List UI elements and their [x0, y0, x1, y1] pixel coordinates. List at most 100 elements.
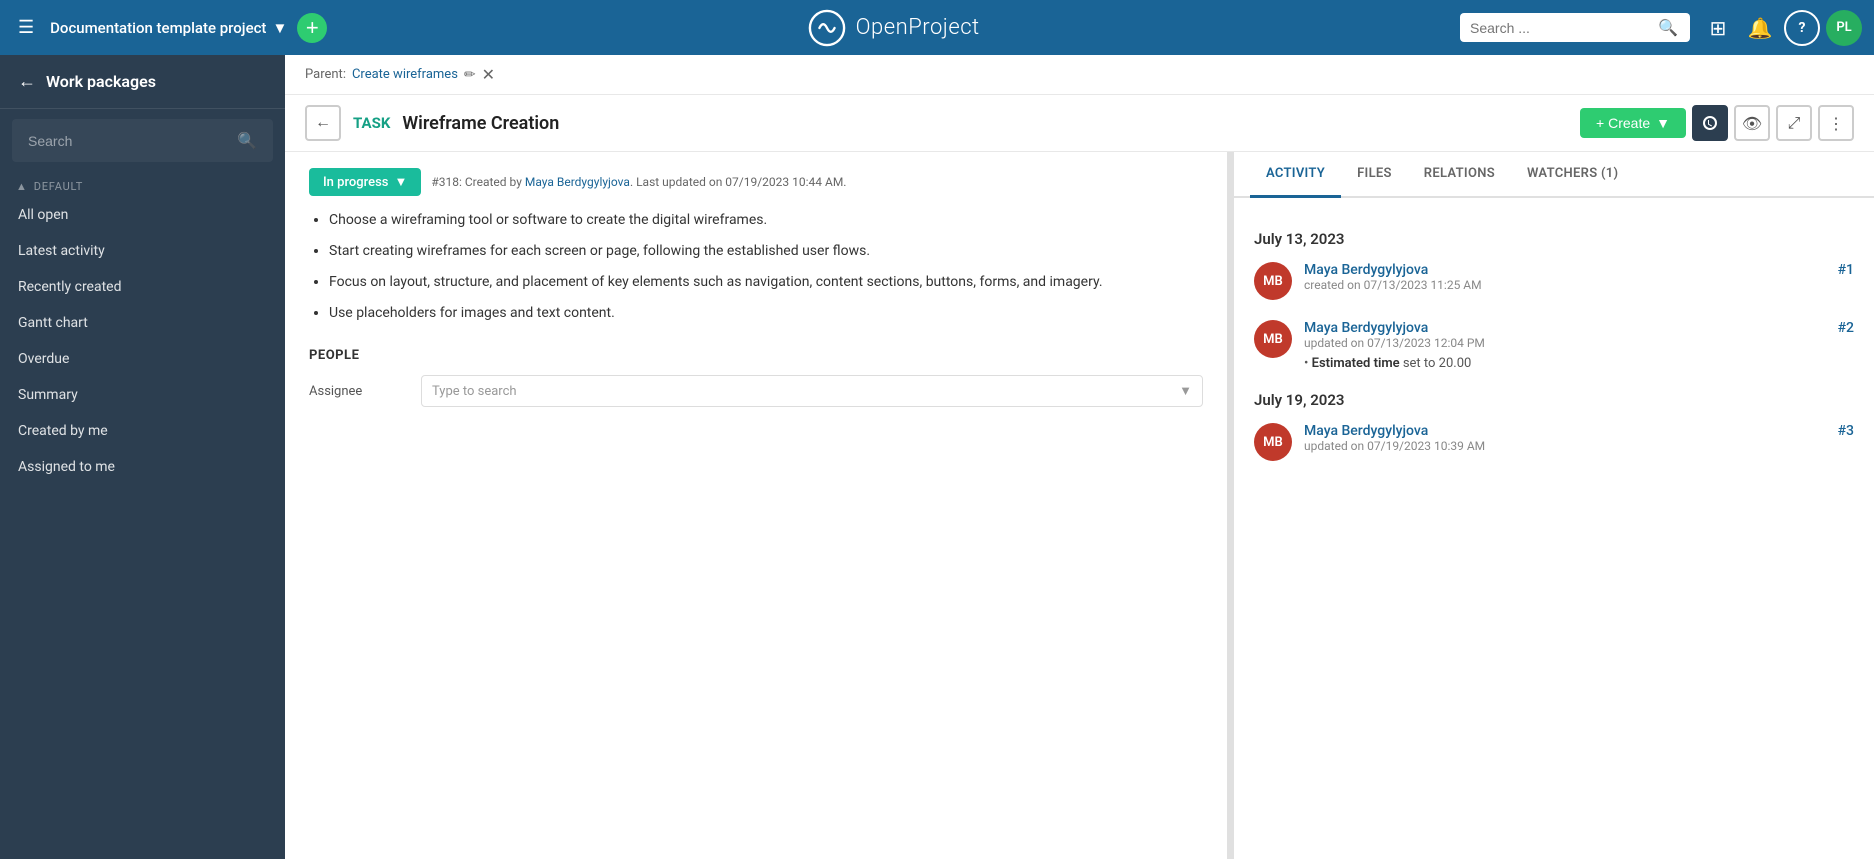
help-icon[interactable]: ?: [1784, 10, 1820, 46]
activity-item-1: MB Maya Berdygylyjova created on 07/13/2…: [1254, 262, 1854, 300]
status-badge[interactable]: In progress ▼: [309, 168, 421, 196]
eye-icon: 👁: [1742, 114, 1762, 133]
assignee-dropdown-arrow: ▼: [1179, 383, 1192, 399]
global-search-input[interactable]: [1470, 20, 1650, 36]
sidebar-back-arrow[interactable]: ←: [18, 71, 36, 92]
more-icon: ⋮: [1828, 114, 1844, 133]
meta-prefix: #318: Created by: [431, 175, 525, 189]
hamburger-icon[interactable]: ☰: [12, 11, 40, 44]
status-row: In progress ▼ #318: Created by Maya Berd…: [309, 168, 1203, 196]
sidebar-item-assigned-to-me[interactable]: Assigned to me: [0, 449, 285, 485]
left-pane: In progress ▼ #318: Created by Maya Berd…: [285, 152, 1228, 859]
activity-name-2[interactable]: Maya Berdygylyjova: [1304, 320, 1428, 336]
assignee-input[interactable]: Type to search ▼: [421, 375, 1203, 407]
activity-avatar-2: MB: [1254, 320, 1292, 358]
create-dropdown-arrow: ▼: [1656, 115, 1670, 131]
activity-item-2: MB Maya Berdygylyjova updated on 07/13/2…: [1254, 320, 1854, 371]
sidebar: ← Work packages 🔍 ▲ DEFAULT All open Lat…: [0, 55, 285, 859]
description-list: Choose a wireframing tool or software to…: [309, 210, 1203, 324]
tab-activity[interactable]: ACTIVITY: [1250, 152, 1341, 198]
search-icon: 🔍: [1658, 18, 1678, 37]
activity-avatar-1: MB: [1254, 262, 1292, 300]
date-separator-2: July 19, 2023: [1254, 391, 1854, 409]
sidebar-item-recently-created[interactable]: Recently created: [0, 269, 285, 305]
activity-name-3[interactable]: Maya Berdygylyjova: [1304, 423, 1428, 439]
tab-watchers[interactable]: WATCHERS (1): [1511, 152, 1634, 198]
sidebar-search-icon: 🔍: [237, 131, 257, 150]
sidebar-header: ← Work packages: [0, 55, 285, 109]
expand-icon-button[interactable]: ⤢: [1776, 105, 1812, 141]
activity-tabs: ACTIVITY FILES RELATIONS WATCHERS (1): [1234, 152, 1874, 198]
logo: OpenProject: [337, 9, 1450, 47]
wp-type: TASK: [353, 114, 390, 132]
bullet-item-1: Choose a wireframing tool or software to…: [329, 210, 1203, 231]
sidebar-caret-icon: ▲: [16, 180, 28, 193]
status-label: In progress: [323, 175, 388, 190]
assignee-row: Assignee Type to search ▼: [309, 375, 1203, 407]
activity-time-2: updated on 07/13/2023 12:04 PM: [1304, 336, 1826, 350]
date-separator-1: July 13, 2023: [1254, 230, 1854, 248]
tab-files[interactable]: FILES: [1341, 152, 1408, 198]
create-button-label: + Create: [1596, 115, 1650, 131]
activity-name-1[interactable]: Maya Berdygylyjova: [1304, 262, 1428, 278]
activity-detail-2: • Estimated time set to 20.00: [1304, 356, 1826, 371]
wp-title: Wireframe Creation: [402, 113, 559, 134]
wp-back-button[interactable]: ←: [305, 105, 341, 141]
sidebar-item-gantt-chart[interactable]: Gantt chart: [0, 305, 285, 341]
right-pane: ACTIVITY FILES RELATIONS WATCHERS (1) Ju…: [1234, 152, 1874, 859]
project-dropdown-arrow: ▼: [272, 19, 287, 37]
global-search-box[interactable]: 🔍: [1460, 13, 1690, 42]
tab-relations[interactable]: RELATIONS: [1408, 152, 1511, 198]
activity-body-1: Maya Berdygylyjova created on 07/13/2023…: [1304, 262, 1826, 292]
sidebar-item-summary[interactable]: Summary: [0, 377, 285, 413]
breadcrumb: Parent: Create wireframes ✏ ✕: [285, 55, 1874, 95]
sidebar-search-box[interactable]: 🔍: [12, 119, 273, 162]
activity-body-3: Maya Berdygylyjova updated on 07/19/2023…: [1304, 423, 1826, 453]
content-area: Parent: Create wireframes ✏ ✕ ← TASK Wir…: [285, 55, 1874, 859]
watch-icon-button[interactable]: 👁: [1734, 105, 1770, 141]
bullet-item-4: Use placeholders for images and text con…: [329, 303, 1203, 324]
breadcrumb-close-icon[interactable]: ✕: [482, 65, 495, 84]
activity-avatar-3: MB: [1254, 423, 1292, 461]
activity-number-2[interactable]: #2: [1838, 320, 1854, 336]
top-navigation: ☰ Documentation template project ▼ + Ope…: [0, 0, 1874, 55]
activity-time-3: updated on 07/19/2023 10:39 AM: [1304, 439, 1826, 453]
bullet-item-2: Start creating wireframes for each scree…: [329, 241, 1203, 262]
grid-icon[interactable]: ⊞: [1700, 10, 1736, 46]
more-icon-button[interactable]: ⋮: [1818, 105, 1854, 141]
create-button[interactable]: + Create ▼: [1580, 108, 1686, 138]
expand-icon: ⤢: [1788, 113, 1801, 133]
breadcrumb-parent-link[interactable]: Create wireframes: [352, 67, 458, 82]
sidebar-item-all-open[interactable]: All open: [0, 197, 285, 233]
assignee-placeholder: Type to search: [432, 384, 517, 399]
avatar[interactable]: PL: [1826, 10, 1862, 46]
breadcrumb-parent-label: Parent:: [305, 67, 346, 82]
sidebar-item-latest-activity[interactable]: Latest activity: [0, 233, 285, 269]
activity-time-1: created on 07/13/2023 11:25 AM: [1304, 278, 1826, 292]
wp-actions: + Create ▼ 👁 ⤢ ⋮: [1580, 105, 1854, 141]
status-meta: #318: Created by Maya Berdygylyjova. Las…: [431, 175, 846, 189]
activity-number-3[interactable]: #3: [1838, 423, 1854, 439]
sidebar-search-input[interactable]: [28, 133, 229, 149]
add-project-button[interactable]: +: [297, 13, 327, 43]
sidebar-section-text: DEFAULT: [34, 180, 83, 193]
activity-icon-button[interactable]: [1692, 105, 1728, 141]
sidebar-section-label: ▲ DEFAULT: [0, 172, 285, 197]
assignee-label: Assignee: [309, 384, 409, 399]
notifications-icon[interactable]: 🔔: [1742, 10, 1778, 46]
project-title[interactable]: Documentation template project ▼: [50, 19, 287, 37]
nav-icons: ⊞ 🔔 ? PL: [1700, 10, 1862, 46]
meta-suffix: . Last updated on 07/19/2023 10:44 AM.: [630, 175, 847, 189]
meta-author-link[interactable]: Maya Berdygylyjova: [525, 175, 630, 189]
activity-content: July 13, 2023 MB Maya Berdygylyjova crea…: [1234, 198, 1874, 497]
sidebar-item-created-by-me[interactable]: Created by me: [0, 413, 285, 449]
bullet-item-3: Focus on layout, structure, and placemen…: [329, 272, 1203, 293]
activity-number-1[interactable]: #1: [1838, 262, 1854, 278]
project-title-text: Documentation template project: [50, 19, 266, 37]
people-section-title: PEOPLE: [309, 348, 1203, 363]
sidebar-item-overdue[interactable]: Overdue: [0, 341, 285, 377]
activity-item-3: MB Maya Berdygylyjova updated on 07/19/2…: [1254, 423, 1854, 461]
work-package-header: ← TASK Wireframe Creation + Create ▼ 👁 ⤢: [285, 95, 1874, 152]
activity-body-2: Maya Berdygylyjova updated on 07/13/2023…: [1304, 320, 1826, 371]
breadcrumb-edit-icon[interactable]: ✏: [464, 67, 476, 83]
